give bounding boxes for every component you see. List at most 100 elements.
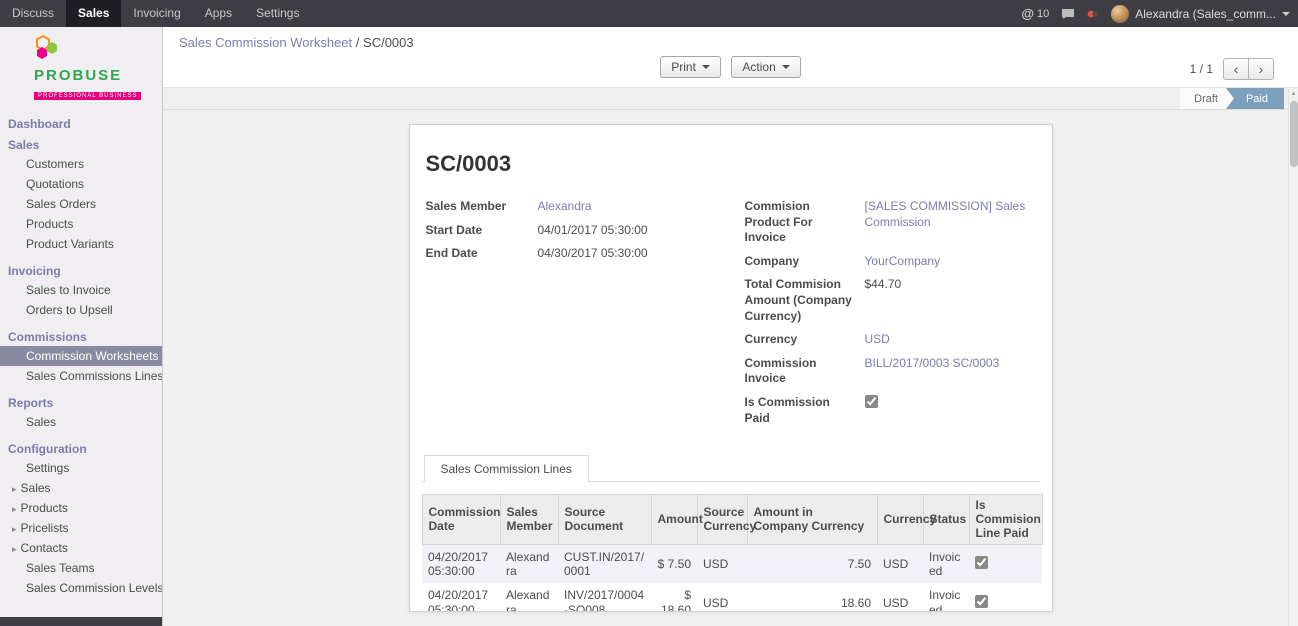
pager-next-button[interactable]: › [1248, 58, 1274, 80]
field-currency: Currency USD [745, 332, 1036, 348]
scrollbar-thumb[interactable] [1290, 101, 1298, 167]
breadcrumb-current: SC/0003 [363, 35, 414, 50]
menu-invoicing[interactable]: Invoicing [121, 0, 192, 27]
line-paid-checkbox[interactable] [975, 556, 988, 569]
chevron-down-icon [702, 65, 710, 69]
sidebar-item-commission-worksheets[interactable]: Commission Worksheets [0, 346, 162, 366]
debug-icon[interactable] [1087, 8, 1099, 20]
field-start-date: Start Date 04/01/2017 05:30:00 [426, 223, 717, 239]
sidebar-item-orders-to-upsell[interactable]: Orders to Upsell [0, 300, 162, 320]
col-currency[interactable]: Currency [877, 495, 923, 544]
record-title: SC/0003 [426, 151, 1036, 177]
print-button[interactable]: Print [660, 56, 721, 78]
pager: 1 / 1 ‹ › [1190, 58, 1274, 80]
commission-product-link[interactable]: [SALES COMMISSION] Sales Commission [865, 199, 1036, 230]
menu-settings[interactable]: Settings [244, 0, 311, 27]
sales-member-link[interactable]: Alexandra [538, 199, 592, 215]
sidebar-item-config-contacts[interactable]: ▸Contacts [0, 538, 162, 558]
col-amount[interactable]: Amount [651, 495, 697, 544]
sidebar-item-config-pricelists[interactable]: ▸Pricelists [0, 518, 162, 538]
tab-strip: Sales Commission Lines [422, 454, 1040, 482]
breadcrumb-separator: / [356, 35, 360, 50]
col-source-document[interactable]: Source Document [558, 495, 651, 544]
table-header-row: Commission Date Sales Member Source Docu… [422, 495, 1042, 544]
commission-lines-table: Commission Date Sales Member Source Docu… [422, 494, 1043, 612]
activity-indicator[interactable]: @ 10 [1021, 6, 1049, 21]
app-logo[interactable]: PROBUSE PROFESSIONAL BUSINESS [0, 27, 162, 112]
field-is-commission-paid: Is Commission Paid [745, 395, 1036, 426]
line-paid-checkbox[interactable] [975, 595, 988, 608]
col-commission-date[interactable]: Commission Date [422, 495, 500, 544]
sidebar-item-sales-commissions-lines[interactable]: Sales Commissions Lines [0, 366, 162, 386]
sidebar-heading-sales[interactable]: Sales [0, 133, 162, 154]
currency-link[interactable]: USD [865, 332, 890, 348]
field-sales-member: Sales Member Alexandra [426, 199, 717, 215]
sidebar-heading-dashboard[interactable]: Dashboard [0, 112, 162, 133]
col-amount-company-currency[interactable]: Amount in Company Currency [747, 495, 877, 544]
sidebar-item-sales-teams[interactable]: Sales Teams [0, 558, 162, 578]
sidebar-heading-invoicing[interactable]: Invoicing [0, 254, 162, 280]
chevron-down-icon [782, 65, 790, 69]
field-total-commission-amount: Total Commision Amount (Company Currency… [745, 277, 1036, 324]
menu-sales[interactable]: Sales [66, 0, 121, 27]
user-menu[interactable]: Alexandra (Sales_comm... [1111, 5, 1290, 23]
pager-previous-button[interactable]: ‹ [1223, 58, 1249, 80]
chevron-down-icon [1282, 12, 1290, 16]
field-groups: Sales Member Alexandra Start Date 04/01/… [422, 199, 1040, 434]
expand-icon: ▸ [12, 504, 17, 514]
main-content: Sales Commission Worksheet / SC/0003 Pri… [163, 27, 1298, 626]
commission-invoice-link[interactable]: BILL/2017/0003 SC/0003 [865, 356, 1000, 372]
expand-icon: ▸ [12, 484, 17, 494]
company-link[interactable]: YourCompany [865, 254, 941, 270]
field-company: Company YourCompany [745, 254, 1036, 270]
sidebar-heading-configuration[interactable]: Configuration [0, 432, 162, 458]
statusbar: Draft Paid [163, 88, 1298, 110]
expand-icon: ▸ [12, 544, 17, 554]
menu-discuss[interactable]: Discuss [0, 0, 66, 27]
sidebar-heading-reports[interactable]: Reports [0, 386, 162, 412]
col-source-currency[interactable]: Source Currency [697, 495, 747, 544]
sidebar-nav: Dashboard Sales Customers Quotations Sal… [0, 112, 162, 598]
stage-paid[interactable]: Paid [1226, 88, 1284, 109]
top-menu-bar: Discuss Sales Invoicing Apps Settings [0, 0, 311, 27]
action-buttons: Print Action [163, 56, 1298, 78]
topbar: Discuss Sales Invoicing Apps Settings @ … [0, 0, 1298, 27]
table-row[interactable]: 04/20/2017 05:30:00 Alexandra INV/2017/0… [422, 583, 1042, 612]
sidebar-heading-commissions[interactable]: Commissions [0, 320, 162, 346]
form-view: SC/0003 Sales Member Alexandra Start Dat… [163, 110, 1298, 626]
stage-draft[interactable]: Draft [1180, 88, 1234, 109]
sidebar-item-quotations[interactable]: Quotations [0, 174, 162, 194]
table-row[interactable]: 04/20/2017 05:30:00 Alexandra CUST.IN/20… [422, 544, 1042, 583]
sidebar-item-products[interactable]: Products [0, 214, 162, 234]
sidebar-footer [0, 617, 162, 626]
activity-count: 10 [1037, 8, 1049, 20]
scrollbar[interactable]: ▲ [1288, 89, 1298, 626]
sidebar-item-sales-orders[interactable]: Sales Orders [0, 194, 162, 214]
messages-icon[interactable] [1061, 8, 1075, 20]
col-sales-member[interactable]: Sales Member [500, 495, 558, 544]
sidebar-item-settings[interactable]: Settings [0, 458, 162, 478]
col-status[interactable]: Status [923, 495, 969, 544]
pager-counter: 1 / 1 [1190, 62, 1213, 76]
sidebar-item-product-variants[interactable]: Product Variants [0, 234, 162, 254]
sidebar-item-sales-commission-levels[interactable]: Sales Commission Levels [0, 578, 162, 598]
menu-apps[interactable]: Apps [193, 0, 244, 27]
sidebar-item-sales-to-invoice[interactable]: Sales to Invoice [0, 280, 162, 300]
avatar [1111, 5, 1129, 23]
control-panel: Sales Commission Worksheet / SC/0003 Pri… [163, 27, 1298, 88]
scroll-up-icon[interactable]: ▲ [1289, 89, 1298, 99]
sidebar-item-customers[interactable]: Customers [0, 154, 162, 174]
field-commission-product: Commision Product For Invoice [SALES COM… [745, 199, 1036, 246]
breadcrumb-parent-link[interactable]: Sales Commission Worksheet [179, 35, 352, 50]
sidebar-item-config-sales[interactable]: ▸Sales [0, 478, 162, 498]
col-is-commission-line-paid[interactable]: Is Commision Line Paid [969, 495, 1042, 544]
is-commission-paid-checkbox[interactable] [865, 395, 878, 408]
field-commission-invoice: Commission Invoice BILL/2017/0003 SC/000… [745, 356, 1036, 387]
logo-title: PROBUSE [34, 67, 154, 84]
action-button[interactable]: Action [731, 56, 800, 78]
sidebar-item-config-products[interactable]: ▸Products [0, 498, 162, 518]
form-sheet: SC/0003 Sales Member Alexandra Start Dat… [409, 124, 1053, 612]
field-end-date: End Date 04/30/2017 05:30:00 [426, 246, 717, 262]
tab-sales-commission-lines[interactable]: Sales Commission Lines [424, 455, 589, 482]
sidebar-item-reports-sales[interactable]: Sales [0, 412, 162, 432]
